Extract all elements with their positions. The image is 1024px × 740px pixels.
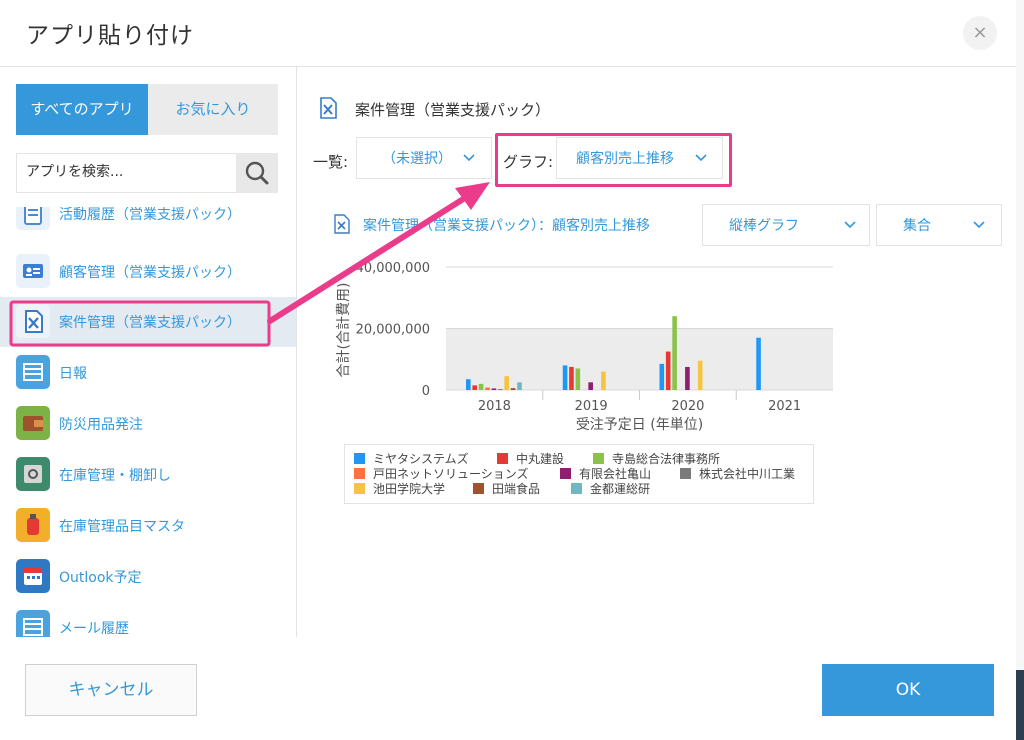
chevron-down-icon <box>973 221 985 229</box>
app-item-label: 在庫管理品目マスタ <box>59 519 185 535</box>
app-item-label: 在庫管理・棚卸し <box>59 468 171 484</box>
app-item-label: 顧客管理（営業支援パック） <box>59 265 241 281</box>
aggregation-value: 集合 <box>903 218 931 234</box>
ok-button[interactable]: OK <box>822 664 994 716</box>
tab-favorites[interactable]: お気に入り <box>148 84 278 135</box>
app-item-label: 防災用品発注 <box>59 417 143 433</box>
app-item-label: 活動履歴（営業支援パック） <box>59 207 241 223</box>
cancel-button[interactable]: キャンセル <box>25 664 197 716</box>
app-item-mail-history[interactable]: メール履歴 <box>0 603 296 637</box>
calendar-icon <box>16 559 50 593</box>
wallet-icon <box>16 406 50 440</box>
close-button[interactable]: × <box>963 16 997 50</box>
background-strip <box>1016 0 1024 740</box>
chart-type-dropdown[interactable]: 縦棒グラフ <box>702 204 870 246</box>
app-item-label: メール履歴 <box>59 621 129 637</box>
chevron-down-icon <box>844 221 856 229</box>
mail-list-icon <box>16 610 50 637</box>
app-item-outlook-schedule[interactable]: Outlook予定 <box>0 552 296 602</box>
search-input[interactable] <box>17 154 235 190</box>
main-panel: 案件管理（営業支援パック） 一覧: （未選択） グラフ: 顧客別売上推移 案件管… <box>297 67 1016 637</box>
app-item-customer-management[interactable]: 顧客管理（営業支援パック） <box>0 247 296 297</box>
app-item-daily-report[interactable]: 日報 <box>0 348 296 398</box>
dialog-title: アプリ貼り付け <box>26 23 194 49</box>
selected-app-name: 案件管理（営業支援パック） <box>355 101 551 119</box>
contact-card-icon <box>16 254 50 288</box>
app-item-inventory[interactable]: 在庫管理・棚卸し <box>0 450 296 500</box>
app-item-activity-history[interactable]: 活動履歴（営業支援パック） <box>0 207 296 239</box>
chart-legend <box>344 444 814 504</box>
tab-all-apps[interactable]: すべてのアプリ <box>16 84 148 135</box>
chevron-down-icon <box>463 154 475 162</box>
graph-title-row: 案件管理（営業支援パック）：顧客別売上推移 <box>333 214 650 238</box>
app-item-label: Outlook予定 <box>59 570 142 586</box>
highlight-box <box>495 133 732 187</box>
search-box <box>16 153 238 193</box>
app-item-disaster-supplies[interactable]: 防災用品発注 <box>0 399 296 449</box>
chart-type-value: 縦棒グラフ <box>729 218 799 234</box>
app-list: 活動履歴（営業支援パック） 顧客管理（営業支援パック） 案件管理（営業支援パック… <box>0 207 296 637</box>
list-icon <box>16 355 50 389</box>
search-icon <box>245 161 269 185</box>
app-item-inventory-master[interactable]: 在庫管理品目マスタ <box>0 501 296 551</box>
dialog-header: アプリ貼り付け × <box>0 0 1016 67</box>
aggregation-dropdown[interactable]: 集合 <box>876 204 1002 246</box>
spreadsheet-doc-icon <box>16 304 50 338</box>
safe-icon <box>16 457 50 491</box>
list-dropdown[interactable]: （未選択） <box>356 137 492 179</box>
sidebar: すべてのアプリ お気に入り 活動履歴（営業支援パック） 顧客管理（営業支援パック… <box>0 67 297 637</box>
app-item-deal-management[interactable]: 案件管理（営業支援パック） <box>0 297 296 347</box>
fire-extinguisher-icon <box>16 508 50 542</box>
activity-history-icon <box>16 207 50 230</box>
list-label: 一覧: <box>313 153 349 171</box>
app-item-label: 案件管理（営業支援パック） <box>59 315 241 331</box>
app-item-label: 日報 <box>59 366 87 382</box>
spreadsheet-doc-icon <box>315 95 341 121</box>
graph-title: 案件管理（営業支援パック）：顧客別売上推移 <box>363 218 650 234</box>
spreadsheet-doc-icon <box>334 214 350 234</box>
search-button[interactable] <box>236 153 278 193</box>
background-strip-dark <box>1016 670 1024 740</box>
